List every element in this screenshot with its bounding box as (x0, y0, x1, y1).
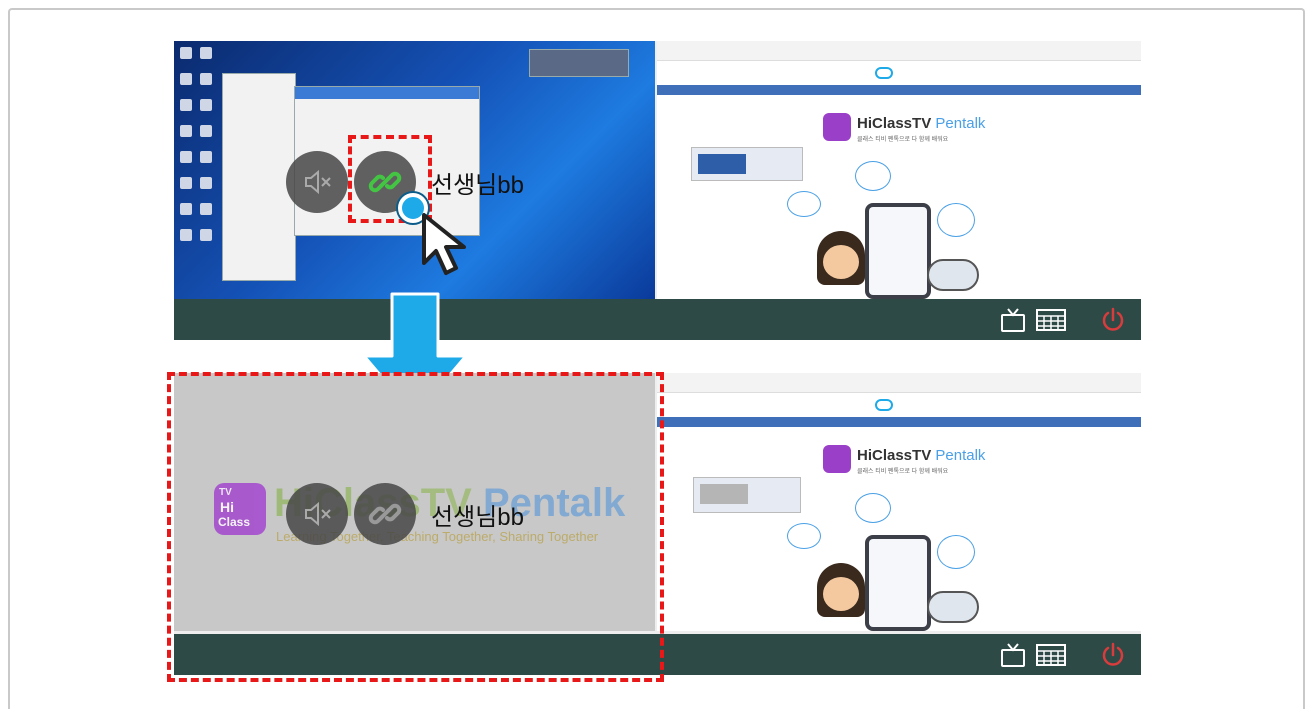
speech-bubble-left (787, 523, 821, 549)
robot-illustration (927, 591, 979, 623)
boy-illustration (817, 231, 865, 285)
hiclass-logo-icon (823, 445, 851, 473)
hiclass-logo-icon (823, 113, 851, 141)
speech-bubble-top (855, 493, 891, 523)
brand-slogan: 클래스 티비 펜톡으로 다 함께 배워요 (857, 137, 949, 143)
site-nav-bar (657, 85, 1141, 95)
phone-illustration (865, 535, 931, 631)
bottom-toolbar (174, 299, 1141, 340)
mini-window (529, 49, 629, 77)
desktop-icons-2 (200, 47, 212, 255)
panel-before: 선생님bb HiClassTV Pentalk 클래스 티비 펜톡으로 다 함께… (174, 41, 1141, 340)
mute-button[interactable] (286, 151, 348, 213)
tv-icon[interactable] (1000, 307, 1026, 333)
preview-thumbnail (693, 477, 801, 513)
power-icon[interactable] (1100, 642, 1126, 668)
desktop-icons (180, 47, 192, 255)
site-logo-icon (875, 67, 893, 79)
tv-icon[interactable] (1000, 642, 1026, 668)
keyboard-icon[interactable] (1036, 309, 1066, 331)
brand-title: HiClassTV Pentalk (857, 447, 986, 464)
cursor-icon (422, 213, 466, 275)
speech-bubble-right (937, 535, 975, 569)
highlight-box-left-screen (167, 372, 664, 682)
browser-toolbar (657, 373, 1141, 393)
app-window-sidebar (222, 73, 296, 281)
site-logo-icon (875, 399, 893, 411)
boy-illustration (817, 563, 865, 617)
site-nav-bar (657, 417, 1141, 427)
brand-title: HiClassTV Pentalk (857, 115, 986, 132)
speech-bubble-top (855, 161, 891, 191)
phone-illustration (865, 203, 931, 299)
preview-thumbnail (691, 147, 803, 181)
right-screen-browser[interactable]: HiClassTV Pentalk 클래스 티비 펜톡으로 다 함께 배워요 (657, 41, 1141, 299)
participant-name: 선생님bb (431, 172, 524, 199)
left-screen-desktop[interactable]: 선생님bb (174, 41, 655, 299)
right-screen-browser[interactable]: HiClassTV Pentalk 클래스 티비 펜톡으로 다 함께 배워요 (657, 373, 1141, 631)
keyboard-icon[interactable] (1036, 644, 1066, 666)
mute-icon (305, 169, 331, 195)
robot-illustration (927, 259, 979, 291)
speech-bubble-left (787, 191, 821, 217)
power-icon[interactable] (1100, 307, 1126, 333)
speech-bubble-right (937, 203, 975, 237)
brand-slogan: 클래스 티비 펜톡으로 다 함께 배워요 (857, 469, 949, 475)
browser-toolbar (657, 41, 1141, 61)
